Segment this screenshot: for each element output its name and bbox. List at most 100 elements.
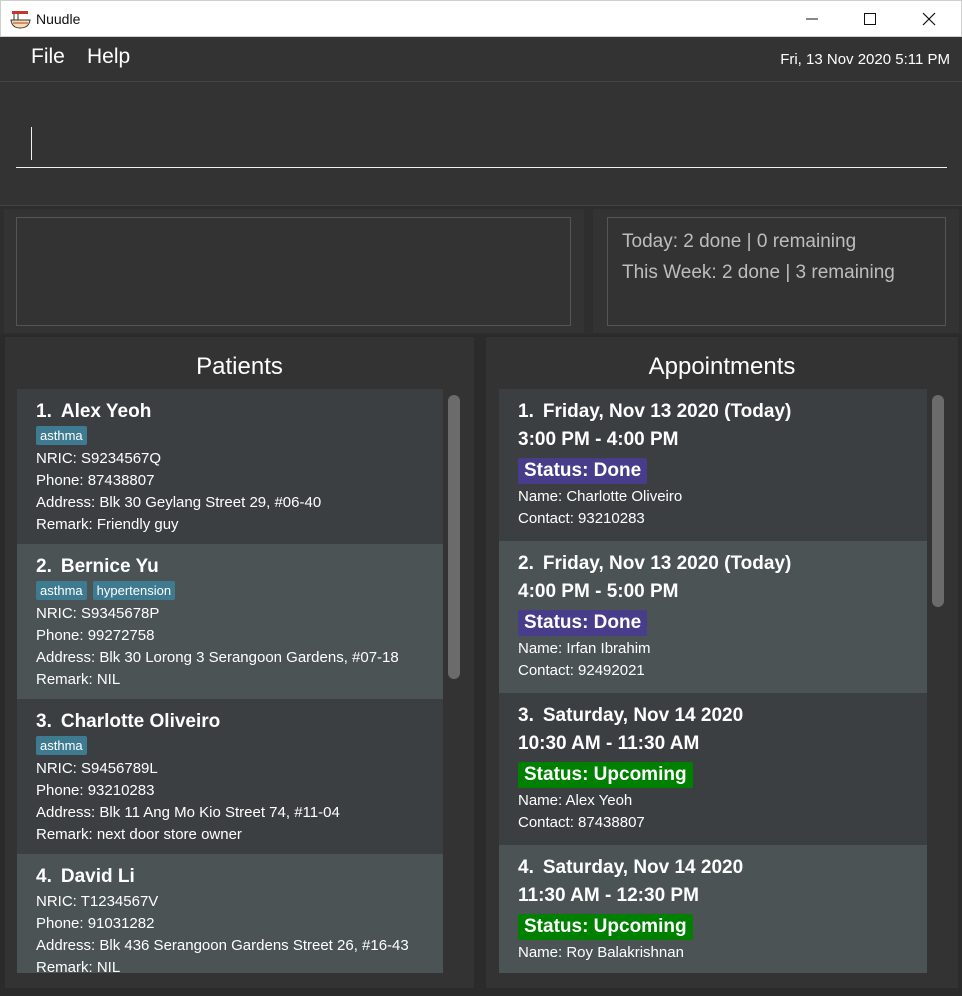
appointment-title: 1. Friday, Nov 13 2020 (Today): [518, 399, 927, 424]
patient-nric: NRIC: S9234567Q: [36, 450, 162, 467]
text-caret: [31, 127, 32, 160]
patient-address: Address: Blk 11 Ang Mo Kio Street 74, #1…: [36, 804, 340, 821]
patient-address: Address: Blk 30 Lorong 3 Serangoon Garde…: [36, 649, 399, 666]
patient-card[interactable]: 2. Bernice Yu asthma hypertension NRIC: S9…: [17, 544, 443, 699]
tag-label: asthma: [36, 736, 87, 755]
patient-name: David Li: [60, 866, 135, 887]
patient-nric: NRIC: S9345678P: [36, 605, 160, 622]
stats-display: Today: 2 done | 0 remaining This Week: 2…: [607, 217, 946, 326]
appointment-list[interactable]: 1. Friday, Nov 13 2020 (Today) 3:00 PM - …: [499, 389, 927, 973]
status-badge: Status: Upcoming: [518, 914, 693, 940]
appointment-card[interactable]: 2. Friday, Nov 13 2020 (Today) 4:00 PM - …: [499, 541, 927, 693]
appointments-panel: Appointments 1. Friday, Nov 13 2020 (Toda…: [485, 336, 959, 992]
status-badge: Status: Upcoming: [518, 762, 693, 788]
patient-nric: NRIC: S9456789L: [36, 760, 158, 777]
maximize-button[interactable]: [842, 1, 900, 37]
patient-remark: Remark: Friendly guy: [36, 516, 179, 533]
patient-remark: Remark: NIL: [36, 959, 121, 973]
patient-index: 2.: [36, 556, 52, 577]
minimize-button[interactable]: [784, 1, 842, 37]
appointment-time: 10:30 AM - 11:30 AM: [518, 733, 700, 754]
appointment-contact: Contact: 93210283: [518, 510, 645, 527]
patient-index: 1.: [36, 401, 52, 422]
patient-title: 2. Bernice Yu: [36, 554, 443, 579]
appointment-index: 2.: [518, 553, 534, 574]
appointments-header: Appointments: [648, 353, 796, 380]
patient-index: 4.: [36, 866, 52, 887]
current-datetime: Fri, 13 Nov 2020 5:11 PM: [780, 51, 950, 68]
patients-panel: Patients 1. Alex Yeoh asthma NRIC: S92345…: [4, 336, 475, 992]
appointment-time: 11:30 AM - 12:30 PM: [518, 885, 699, 906]
tag-label: asthma: [36, 426, 87, 445]
appointment-index: 1.: [518, 401, 534, 422]
patient-list[interactable]: 1. Alex Yeoh asthma NRIC: S9234567Q Phone…: [17, 389, 443, 973]
noodle-bowl-icon: [10, 9, 32, 29]
info-row: Today: 2 done | 0 remaining This Week: 2…: [0, 206, 962, 334]
appointment-title: 2. Friday, Nov 13 2020 (Today): [518, 551, 927, 576]
appointment-time: 3:00 PM - 4:00 PM: [518, 429, 679, 450]
close-icon: [922, 12, 936, 26]
appointment-patient-name: Name: Roy Balakrishnan: [518, 944, 684, 961]
appointment-title: 3. Saturday, Nov 14 2020: [518, 703, 927, 728]
appointment-date: Saturday, Nov 14 2020: [542, 705, 744, 726]
patient-phone: Phone: 99272758: [36, 627, 155, 644]
appointment-index: 4.: [518, 857, 534, 878]
patient-list-scrollbar[interactable]: [448, 395, 460, 679]
bottom-edge: [0, 988, 962, 996]
patient-remark: Remark: next door store owner: [36, 826, 242, 843]
patient-title: 1. Alex Yeoh: [36, 399, 443, 424]
stats-week: This Week: 2 done | 3 remaining: [622, 262, 895, 283]
appointment-card[interactable]: 3. Saturday, Nov 14 2020 10:30 AM - 11:30…: [499, 693, 927, 845]
menu-help[interactable]: Help: [87, 45, 130, 69]
appointment-contact: [518, 964, 927, 973]
status-badge: Status: Done: [518, 458, 648, 484]
appointment-date: Friday, Nov 13 2020 (Today): [542, 553, 792, 574]
patient-address: Address: Blk 30 Geylang Street 29, #06-4…: [36, 494, 322, 511]
window-title: Nuudle: [36, 11, 81, 27]
close-button[interactable]: [901, 1, 959, 37]
appointment-date: Friday, Nov 13 2020 (Today): [542, 401, 792, 422]
patient-title: 4. David Li: [36, 864, 443, 889]
patient-tags: asthma: [36, 736, 443, 758]
result-display: [16, 217, 571, 326]
appointment-contact: Contact: 92492021: [518, 662, 645, 679]
patient-card[interactable]: 3. Charlotte Oliveiro asthma NRIC: S94567…: [17, 699, 443, 854]
status-badge: Status: Done: [518, 610, 648, 636]
result-display-pane: [4, 209, 584, 333]
patient-phone: Phone: 87438807: [36, 472, 155, 489]
patient-phone: Phone: 93210283: [36, 782, 155, 799]
patient-phone: Phone: 91031282: [36, 915, 155, 932]
patient-name: Charlotte Oliveiro: [60, 711, 221, 732]
patient-name: Alex Yeoh: [60, 401, 152, 422]
appointment-time: 4:00 PM - 5:00 PM: [518, 581, 679, 602]
minimize-icon: [806, 18, 818, 20]
stats-pane: Today: 2 done | 0 remaining This Week: 2…: [593, 209, 959, 333]
appointment-list-scrollbar[interactable]: [932, 395, 944, 607]
appointment-patient-name: Name: Irfan Ibrahim: [518, 640, 651, 657]
appointment-index: 3.: [518, 705, 534, 726]
menu-file[interactable]: File: [31, 45, 65, 69]
maximize-icon: [864, 13, 876, 25]
appointment-patient-name: Name: Alex Yeoh: [518, 792, 633, 809]
patients-header: Patients: [196, 353, 283, 380]
patient-nric: NRIC: T1234567V: [36, 893, 159, 910]
patient-address: Address: Blk 436 Serangoon Gardens Stree…: [36, 937, 409, 954]
appointment-date: Saturday, Nov 14 2020: [542, 857, 744, 878]
patient-index: 3.: [36, 711, 52, 732]
patient-card[interactable]: 4. David Li NRIC: T1234567V Phone: 910312…: [17, 854, 443, 973]
tag-label: hypertension: [92, 581, 176, 600]
patient-title: 3. Charlotte Oliveiro: [36, 709, 443, 734]
patient-remark: Remark: NIL: [36, 671, 121, 688]
patient-tags: asthma: [36, 426, 443, 448]
appointment-title: 4. Saturday, Nov 14 2020: [518, 855, 927, 880]
window-title-bar: Nuudle: [0, 0, 962, 37]
patient-card[interactable]: 1. Alex Yeoh asthma NRIC: S9234567Q Phone…: [17, 389, 443, 544]
command-input[interactable]: [16, 122, 947, 168]
patient-tags: asthma hypertension: [36, 581, 443, 603]
appointment-card[interactable]: 4. Saturday, Nov 14 2020 11:30 AM - 12:30…: [499, 845, 927, 973]
appointment-card[interactable]: 1. Friday, Nov 13 2020 (Today) 3:00 PM - …: [499, 389, 927, 541]
patient-name: Bernice Yu: [60, 556, 159, 577]
stats-today: Today: 2 done | 0 remaining: [622, 231, 857, 252]
command-box-pane: [0, 82, 962, 206]
appointment-contact: Contact: 87438807: [518, 814, 645, 831]
